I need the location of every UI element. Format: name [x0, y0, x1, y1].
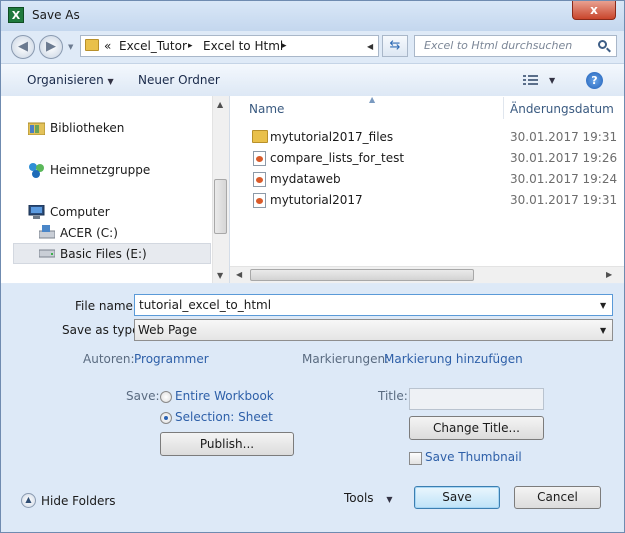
forward-button[interactable]: ▶	[39, 35, 63, 59]
close-button[interactable]: x	[572, 1, 616, 20]
computer-icon	[28, 205, 45, 219]
selection-sheet-radio[interactable]	[160, 412, 172, 424]
hide-folders-button[interactable]: Hide Folders	[41, 494, 116, 508]
drive-icon	[39, 249, 55, 258]
title-label: Title:	[378, 389, 408, 403]
refresh-button[interactable]: ⇆	[382, 35, 408, 57]
tags-field[interactable]: Markierung hinzufügen	[384, 352, 523, 366]
authors-label: Autoren:	[83, 352, 135, 366]
excel-icon: X	[8, 7, 24, 23]
scroll-right-icon[interactable]: ▶	[606, 270, 612, 279]
publish-button[interactable]: Publish...	[160, 432, 294, 456]
chevron-down-icon: ▼	[107, 77, 114, 86]
file-name-input[interactable]: tutorial_excel_to_html	[139, 298, 271, 312]
new-folder-button[interactable]: Neuer Ordner	[138, 73, 220, 87]
column-header-date[interactable]: Änderungsdatum	[510, 102, 614, 116]
breadcrumb-overflow[interactable]: «	[104, 39, 111, 53]
html-file-icon	[253, 193, 266, 208]
file-name: compare_lists_for_test	[270, 151, 405, 165]
scroll-left-icon[interactable]: ◀	[236, 270, 242, 279]
save-button[interactable]: Save	[414, 486, 500, 509]
collapse-icon[interactable]: ▲	[21, 493, 36, 508]
scroll-up-icon[interactable]: ▲	[217, 100, 223, 109]
search-input[interactable]: Excel to Html durchsuchen	[424, 39, 572, 52]
save-option-label: Save:	[126, 389, 160, 403]
table-row[interactable]: mytutorial2017_files 30.01.2017 19:31	[246, 127, 624, 148]
entire-workbook-label[interactable]: Entire Workbook	[175, 389, 274, 403]
homegroup-icon	[29, 163, 44, 178]
organize-button[interactable]: Organisieren ▼	[27, 73, 114, 87]
sidebar-item-homegroup[interactable]: Heimnetzgruppe	[50, 163, 150, 177]
breadcrumb-excel-tutor[interactable]: Excel_Tutor	[119, 39, 187, 53]
save-thumbnail-label[interactable]: Save Thumbnail	[425, 450, 522, 464]
help-icon[interactable]: ?	[586, 72, 603, 89]
file-name-dropdown-icon[interactable]: ▼	[600, 301, 606, 310]
title-bar	[1, 1, 624, 31]
sidebar-item-computer[interactable]: Computer	[50, 205, 110, 219]
save-as-dialog: X Save As x ◀ ▶ ▼ « Excel_Tutor ▸ Excel …	[0, 0, 625, 533]
breadcrumb-excel-to-html[interactable]: Excel to Html	[203, 39, 283, 53]
horizontal-scrollbar-thumb[interactable]	[250, 269, 474, 281]
file-name: mydataweb	[270, 172, 341, 186]
authors-field[interactable]: Programmer	[134, 352, 209, 366]
table-row[interactable]: compare_lists_for_test 30.01.2017 19:26	[246, 148, 624, 169]
forward-arrow-icon: ▶	[46, 39, 56, 54]
column-divider[interactable]	[503, 97, 504, 119]
file-name: mytutorial2017	[270, 193, 363, 207]
html-file-icon	[253, 151, 266, 166]
drive-icon	[39, 225, 55, 239]
selection-sheet-label[interactable]: Selection: Sheet	[175, 410, 273, 424]
table-row[interactable]: mydataweb 30.01.2017 19:24	[246, 169, 624, 190]
sidebar-item-drive-e[interactable]: Basic Files (E:)	[60, 247, 147, 261]
organize-label: Organisieren	[27, 73, 104, 87]
html-file-icon	[253, 172, 266, 187]
file-name-label: File name:	[75, 299, 137, 313]
save-type-value: Web Page	[138, 323, 198, 337]
refresh-icon: ⇆	[389, 38, 401, 53]
folder-icon	[85, 39, 99, 51]
sort-indicator-icon: ▲	[369, 95, 376, 104]
file-date: 30.01.2017 19:31	[510, 130, 618, 144]
search-icon[interactable]	[598, 40, 607, 49]
sidebar-item-libraries[interactable]: Bibliotheken	[50, 121, 124, 135]
window-title: Save As	[32, 8, 80, 22]
file-name: mytutorial2017_files	[270, 130, 394, 144]
file-date: 30.01.2017 19:24	[510, 172, 618, 186]
breadcrumb-separator-icon[interactable]: ▸	[188, 41, 193, 51]
back-arrow-icon: ◀	[18, 39, 28, 54]
chevron-down-icon: ▼	[386, 495, 393, 504]
save-type-select[interactable]	[134, 319, 613, 341]
sidebar-item-drive-c[interactable]: ACER (C:)	[60, 226, 118, 240]
scrollbar-thumb[interactable]	[214, 179, 227, 234]
file-date: 30.01.2017 19:26	[510, 151, 618, 165]
history-dropdown-icon[interactable]: ▼	[68, 43, 73, 51]
save-type-label: Save as type:	[62, 323, 144, 337]
back-button[interactable]: ◀	[11, 35, 35, 59]
cancel-button[interactable]: Cancel	[514, 486, 601, 509]
library-icon	[28, 122, 45, 135]
tools-label: Tools	[344, 491, 374, 505]
change-title-button[interactable]: Change Title...	[409, 416, 544, 440]
title-input[interactable]	[409, 388, 544, 410]
table-row[interactable]: mytutorial2017 30.01.2017 19:31	[246, 190, 624, 211]
column-header-name[interactable]: Name	[249, 102, 284, 116]
save-type-dropdown-icon[interactable]: ▼	[600, 326, 606, 335]
tools-button[interactable]: Tools ▼	[344, 491, 393, 505]
address-dropdown-icon[interactable]: ◀	[367, 42, 373, 51]
view-options-icon[interactable]	[523, 74, 539, 85]
list-view-icon	[523, 75, 538, 85]
view-dropdown-icon[interactable]: ▼	[549, 76, 555, 85]
breadcrumb-separator-icon[interactable]: ▸	[282, 41, 287, 51]
save-thumbnail-checkbox[interactable]	[409, 452, 422, 465]
folder-icon	[252, 130, 268, 143]
scroll-down-icon[interactable]: ▼	[217, 271, 223, 280]
file-date: 30.01.2017 19:31	[510, 193, 618, 207]
tags-label: Markierungen:	[302, 352, 390, 366]
entire-workbook-radio[interactable]	[160, 391, 172, 403]
